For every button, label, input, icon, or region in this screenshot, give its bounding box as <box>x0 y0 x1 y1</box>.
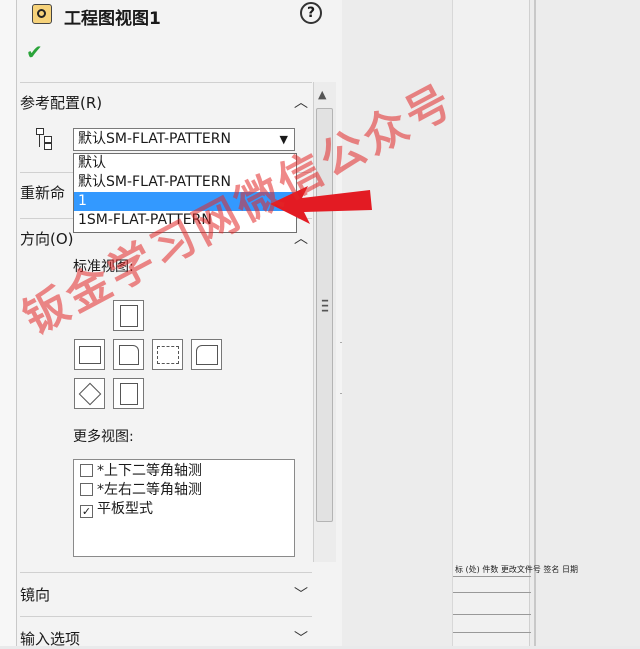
divider <box>20 616 312 617</box>
collapse-chevron-icon[interactable]: ︿ <box>294 92 308 112</box>
dropdown-option[interactable]: 默认SM-FLAT-PATTERN <box>74 173 296 192</box>
ok-checkmark-icon[interactable]: ✔ <box>26 40 43 64</box>
section-label: 方向(O) <box>20 230 74 248</box>
sheet-border-line <box>534 0 536 646</box>
red-arrow-annotation-icon <box>270 186 372 224</box>
divider <box>20 82 312 83</box>
more-view-item[interactable]: *左右二等角轴测 <box>80 481 202 499</box>
grip-icon: ━ ━ ━ <box>322 296 329 317</box>
checkbox-unchecked[interactable] <box>80 483 93 496</box>
panel-header: 工程图视图1 ? <box>24 0 334 32</box>
section-label: 重新命 <box>20 184 66 202</box>
dropdown-option-selected[interactable]: 1 <box>74 192 296 211</box>
dropdown-option[interactable]: 1SM-FLAT-PATTERN <box>74 211 296 230</box>
front-view-button[interactable] <box>113 339 144 370</box>
panel-title: 工程图视图1 <box>64 9 161 29</box>
left-view-button[interactable] <box>74 339 105 370</box>
top-view-button[interactable] <box>113 300 144 331</box>
divider <box>20 572 312 573</box>
expand-chevron-icon[interactable]: ﹀ <box>294 584 308 604</box>
back-view-button[interactable] <box>191 339 222 370</box>
title-block-header: 标 (处) 件数 更改文件号 签名 日期 <box>455 565 578 574</box>
checkbox-checked[interactable]: ✓ <box>80 505 93 518</box>
isometric-view-button[interactable] <box>74 378 105 409</box>
help-icon[interactable]: ? <box>300 2 322 24</box>
panel-scrollbar[interactable]: ▲ ━ ━ ━ <box>313 82 336 562</box>
right-view-button[interactable] <box>152 339 183 370</box>
drawing-sheet-strip <box>452 0 530 646</box>
scroll-up-icon[interactable]: ▲ <box>318 88 326 101</box>
standard-views-label: 标准视图: <box>73 259 134 275</box>
reference-config-select[interactable]: 默认SM-FLAT-PATTERN ▼ <box>73 128 295 151</box>
drawing-view-icon <box>32 4 52 24</box>
more-view-item[interactable]: ✓ 平板型式 <box>80 500 153 518</box>
section-label: 输入选项 <box>20 630 81 648</box>
bottom-view-button[interactable] <box>113 378 144 409</box>
configuration-tree-icon <box>34 128 54 150</box>
section-label: 参考配置(R) <box>20 94 103 112</box>
checkbox-unchecked[interactable] <box>80 464 93 477</box>
scroll-thumb[interactable]: ━ ━ ━ <box>316 108 333 522</box>
section-mirror[interactable]: 镜向 ﹀ <box>20 584 308 605</box>
panel-gutter <box>0 0 17 646</box>
expand-chevron-icon[interactable]: ﹀ <box>294 628 308 648</box>
section-label: 镜向 <box>20 586 51 604</box>
section-reference-config[interactable]: 参考配置(R) ︿ <box>20 92 308 113</box>
dropdown-arrow-icon[interactable]: ▼ <box>280 129 288 150</box>
title-block: 标 (处) 件数 更改文件号 签名 日期 <box>453 562 578 646</box>
more-views-list: *上下二等角轴测 *左右二等角轴测 ✓ 平板型式 <box>73 459 295 557</box>
drawing-canvas[interactable] <box>342 0 640 646</box>
more-view-item[interactable]: *上下二等角轴测 <box>80 462 202 480</box>
select-value: 默认SM-FLAT-PATTERN <box>78 131 231 147</box>
config-dropdown-list[interactable]: 默认 默认SM-FLAT-PATTERN 1 1SM-FLAT-PATTERN <box>73 153 297 233</box>
property-manager-panel: 工程图视图1 ? ✔ 参考配置(R) ︿ 默认SM-FLAT-PATTERN ▼… <box>0 0 343 648</box>
more-views-label: 更多视图: <box>73 429 134 445</box>
dropdown-option[interactable]: 默认 <box>74 154 296 173</box>
